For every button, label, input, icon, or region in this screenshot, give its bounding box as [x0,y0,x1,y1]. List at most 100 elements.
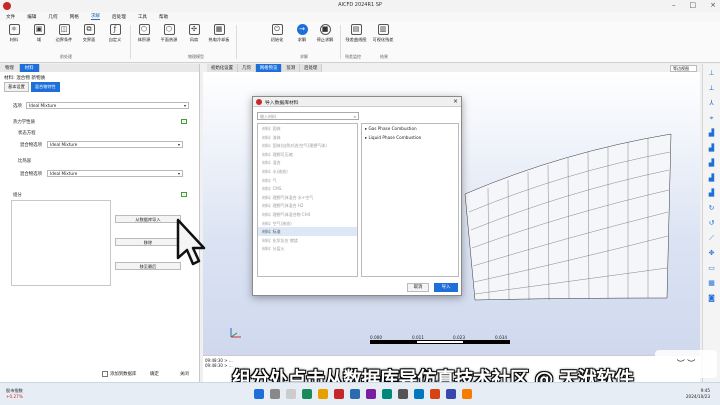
app-icon[interactable] [446,389,456,399]
app-icon[interactable] [350,389,360,399]
list-item[interactable]: 材料: 理想气体混合 水+空气 [258,193,357,202]
menu-edit[interactable]: 编辑 [27,14,36,20]
list-item[interactable]: 材料: 流体 [258,133,357,142]
custom-button[interactable]: ƒ 自定义 [104,24,126,43]
app-icon[interactable] [462,389,472,399]
plane-heat-button[interactable]: ⬡ 平面热源 [158,24,180,43]
add-db-checkbox[interactable] [102,371,108,377]
menu-file[interactable]: 文件 [6,14,15,20]
list-item[interactable]: 材料: 化学反应 燃烧 [258,236,357,245]
residual-visual-button[interactable]: ▥ 可视化残差 [372,24,394,43]
close-panel-button[interactable]: 关闭 [180,371,189,377]
chart-icon[interactable]: ▟ [707,188,717,198]
tab-material[interactable]: 材料 [19,64,40,72]
remove-button[interactable]: 移除 [115,238,181,246]
app-icon[interactable] [366,389,376,399]
fan-button[interactable]: ✣ 风扇 [183,24,205,43]
initialize-button[interactable]: ⏻ 初始化 [266,24,288,43]
close-icon[interactable]: × [453,98,458,105]
view-y-icon[interactable]: ⅄ [707,98,717,108]
search-icon[interactable] [270,389,280,399]
app-icon[interactable] [398,389,408,399]
mix-rule-select[interactable]: Ideal Mixture [47,141,183,148]
tree-node[interactable]: ▸ Gas Phase Combustion [362,124,458,133]
tec-button[interactable]: ▦ 热电冷却板 [208,24,230,43]
view-select[interactable]: 等边视图 [670,65,697,72]
components-list[interactable] [11,200,111,286]
menu-geometry[interactable]: 几何 [48,14,57,20]
tab-init[interactable]: 初始化设置 [207,64,238,72]
apply-button[interactable]: 确定 [150,371,159,377]
maximize-icon[interactable]: □ [690,1,697,9]
pan-icon[interactable]: ✥ [707,248,717,258]
list-item[interactable]: 材料: 气 [258,176,357,185]
list-item[interactable]: 材料: CMS [258,184,357,193]
view-x-icon[interactable]: ⟂ [707,83,717,93]
menu-solve[interactable]: 求解 [90,13,101,20]
app-icon[interactable] [334,389,344,399]
taskview-icon[interactable] [286,389,296,399]
domain-button[interactable]: ▣ 域 [28,24,50,43]
clock[interactable]: 9:45 2024/10/23 [686,388,710,400]
stop-solve-button[interactable]: ■ 停止求解 [314,24,336,43]
cp-rule-select[interactable]: Ideal Mixture [47,170,183,177]
import-button[interactable]: 导入 [434,283,458,292]
app-icon[interactable] [414,389,424,399]
subtab-basic[interactable]: 基本设置 [4,82,29,92]
list-item[interactable]: 材料: 水(液态) [258,167,357,176]
search-icon[interactable]: ⌕ [354,113,356,120]
subtab-mixture[interactable]: 混合物特性 [30,82,60,92]
start-icon[interactable] [254,389,264,399]
list-item[interactable]: 材料: 理想气体混合 H2 [258,201,357,210]
list-item[interactable]: 材料: 理想气体混合物 CH4 [258,210,357,219]
move-last-button[interactable]: 移至最后 [115,262,181,270]
list-item[interactable]: 材料: 混合 [258,158,357,167]
solve-button[interactable]: → 求解 [291,24,313,43]
tab-physics[interactable]: 物理 [0,64,20,72]
rotate-icon[interactable]: ↻ [707,203,717,213]
chart-icon[interactable]: ▟ [707,143,717,153]
axis-view-icon[interactable]: ⊥ [707,68,717,78]
list-item[interactable]: 材料: 理想可压缩 [258,150,357,159]
widget[interactable]: 股市指数 +0.27% [6,388,23,399]
search-input[interactable]: 输入材料 ⌕ [257,112,359,120]
tab-geometry[interactable]: 几何 [237,64,256,72]
category-tree[interactable]: ▸ Gas Phase Combustion ▸ Liquid Phase Co… [361,123,459,277]
expand-icon[interactable]: – [181,192,187,197]
app-icon[interactable] [382,389,392,399]
boundary-button[interactable]: ◫ 边界条件 [53,24,75,43]
tree-node[interactable]: ▸ Liquid Phase Combustion [362,133,458,142]
app-icon[interactable] [302,389,312,399]
residual-plot-button[interactable]: ▤ 残差曲线图 [345,24,367,43]
grid-icon[interactable]: ▦ [707,278,717,288]
menu-postprocess[interactable]: 后处理 [112,14,126,20]
list-item[interactable]: 材料: 分层火 [258,244,357,253]
tab-mesh[interactable]: 网格预览 [255,64,283,72]
tab-post[interactable]: 后处理 [300,64,323,72]
cancel-button[interactable]: 取消 [407,283,429,292]
menu-mesh[interactable]: 网格 [70,14,79,20]
list-item-selected[interactable]: 材料: 标准 [258,227,357,236]
expand-icon[interactable]: – [181,119,187,124]
select-icon[interactable]: ▭ [707,263,717,273]
volume-source-button[interactable]: ⬡ 体积源 [133,24,155,43]
app-icon[interactable] [430,389,440,399]
chart-icon[interactable]: ▟ [707,128,717,138]
chart-icon[interactable]: ▟ [707,158,717,168]
view-z-icon[interactable]: ⌖ [707,113,717,123]
material-list[interactable]: 材料: 固体 材料: 流体 材料: 固体(自然对流)空气(理想气体) 材料: 理… [257,123,358,277]
list-item[interactable]: 材料: 固体 [258,124,357,133]
menu-help[interactable]: 帮助 [159,14,168,20]
tab-monitor[interactable]: 监测 [282,64,301,72]
folder-icon[interactable] [318,389,328,399]
import-from-db-button[interactable]: 从数据库导入 [115,215,181,223]
chart-icon[interactable]: ▟ [707,173,717,183]
close-icon[interactable]: × [710,1,716,9]
menu-tools[interactable]: 工具 [138,14,147,20]
interface-button[interactable]: ⧉ 交界面 [78,24,100,43]
camera-icon[interactable]: ◙ [707,293,717,303]
measure-icon[interactable]: ⟋ [707,233,717,243]
rotate-ccw-icon[interactable]: ↺ [707,218,717,228]
minimize-icon[interactable]: – [672,1,676,9]
material-button[interactable]: ⚛ 材料 [3,24,25,43]
